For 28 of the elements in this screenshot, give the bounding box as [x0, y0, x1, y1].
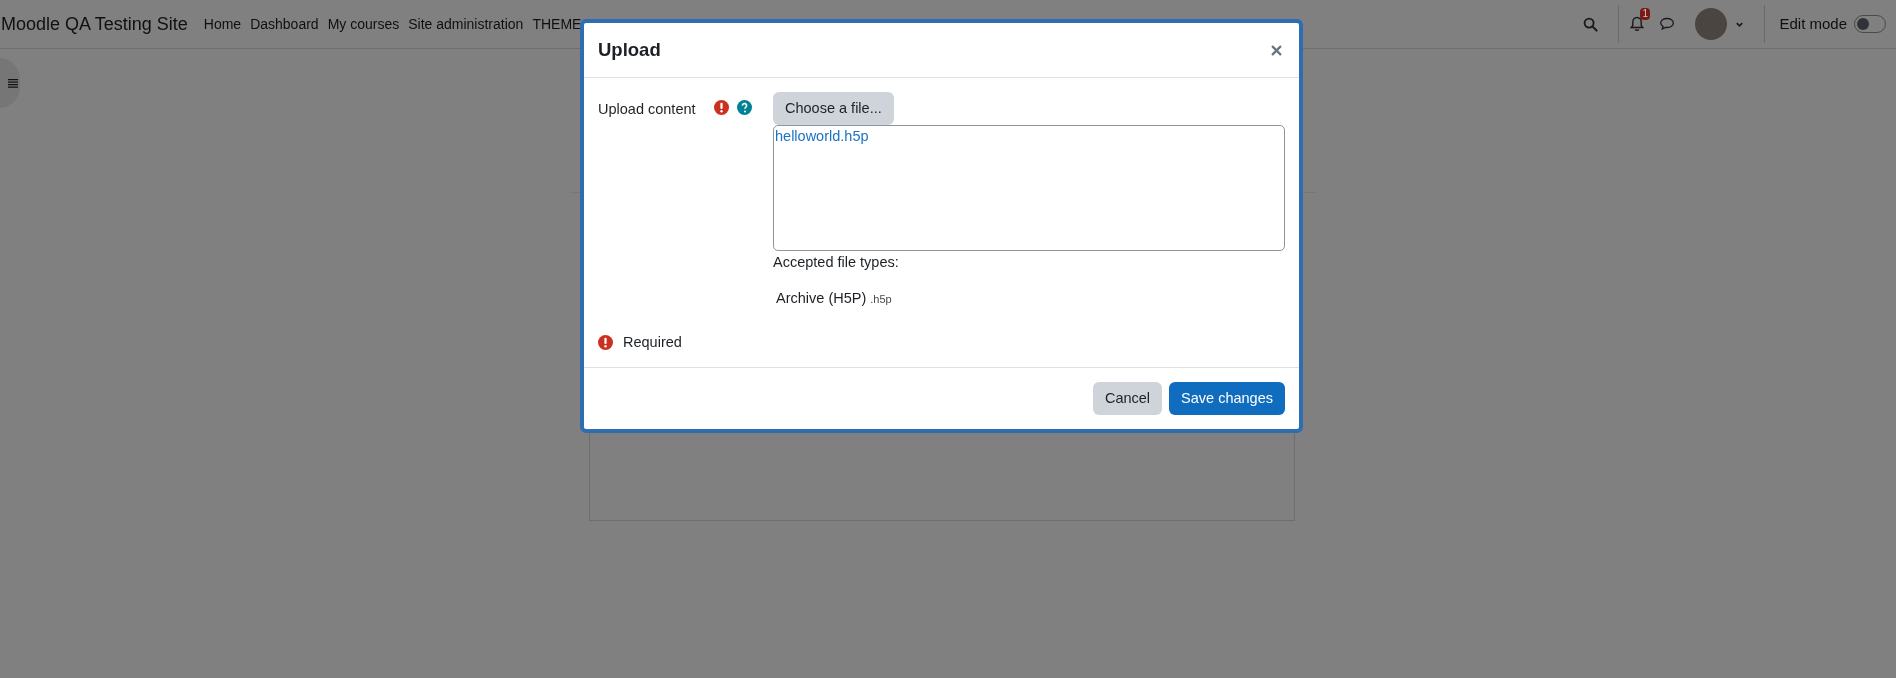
file-link[interactable]: helloworld.h5p: [775, 126, 1283, 148]
speech-bubble-icon[interactable]: [1659, 16, 1676, 32]
notification-count: 1: [1640, 8, 1650, 20]
choose-file-button[interactable]: Choose a file...: [773, 92, 894, 125]
nav-link[interactable]: Dashboard: [250, 13, 319, 35]
file-drop-area[interactable]: helloworld.h5p: [773, 125, 1285, 251]
dialog-title: Upload: [598, 38, 661, 63]
file-type-name: Archive (H5P): [776, 288, 867, 308]
close-icon[interactable]: [1271, 44, 1282, 56]
nav-link[interactable]: My courses: [327, 13, 400, 35]
nav-link[interactable]: Home: [203, 13, 242, 35]
help-icon[interactable]: [737, 100, 752, 115]
nav-link[interactable]: Site administration: [408, 13, 524, 35]
search-icon[interactable]: [1583, 16, 1599, 32]
cancel-button[interactable]: Cancel: [1092, 382, 1163, 416]
exclamation-icon: [714, 100, 729, 115]
edit-mode-label: Edit mode: [1779, 13, 1847, 34]
site-name[interactable]: Moodle QA Testing Site: [1, 10, 188, 38]
accepted-types-label: Accepted file types:: [773, 253, 900, 272]
exclamation-icon: [598, 334, 613, 350]
avatar[interactable]: [1695, 8, 1728, 40]
list-icon: [8, 77, 18, 89]
nav-link[interactable]: THEME: [532, 13, 582, 35]
field-label: Upload content: [598, 100, 696, 119]
required-note: Required: [623, 332, 682, 352]
bell-icon[interactable]: [1629, 16, 1646, 32]
file-extension: .h5p: [870, 291, 892, 307]
save-button[interactable]: Save changes: [1169, 382, 1285, 416]
